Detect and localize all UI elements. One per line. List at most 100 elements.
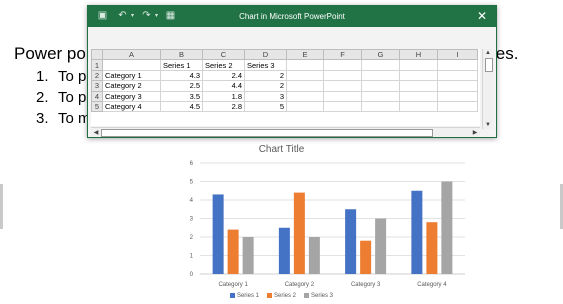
scroll-up-icon[interactable]: ▲	[483, 49, 493, 57]
cell[interactable]	[323, 100, 362, 113]
cell[interactable]: Series 3	[244, 59, 287, 71]
cell[interactable]: Series 1	[160, 59, 203, 71]
column-header[interactable]: D	[244, 49, 287, 61]
scroll-down-icon[interactable]: ▼	[483, 121, 493, 129]
cell[interactable]	[323, 90, 362, 102]
cell[interactable]: Category 4	[102, 100, 161, 113]
cell[interactable]: 2.4	[202, 69, 245, 82]
cell[interactable]	[323, 59, 362, 71]
column-header[interactable]: B	[160, 49, 203, 61]
y-tick-label: 3	[190, 217, 194, 223]
row-header[interactable]: 4	[91, 90, 103, 102]
cell[interactable]	[437, 69, 478, 82]
cell[interactable]	[323, 69, 362, 82]
table-row: 2 Category 1 4.3 2.4 2	[91, 69, 478, 82]
bar[interactable]	[441, 181, 453, 275]
table-row: 4 Category 3 3.5 1.8 3	[91, 90, 478, 102]
table-row: 3 Category 2 2.5 4.4 2	[91, 80, 478, 92]
row-header[interactable]: 3	[91, 80, 103, 92]
cell[interactable]	[361, 69, 400, 82]
legend-swatch	[304, 293, 309, 298]
legend-label: Series 2	[273, 293, 296, 300]
legend-item[interactable]: Series 2	[266, 293, 296, 300]
scroll-left-icon[interactable]: ◀	[91, 129, 101, 137]
cell[interactable]: Category 3	[102, 90, 161, 102]
column-header[interactable]: G	[361, 49, 400, 61]
bar[interactable]	[426, 222, 438, 274]
cell[interactable]: 2	[244, 69, 287, 82]
scroll-thumb[interactable]	[485, 58, 493, 72]
cell[interactable]: Category 2	[102, 80, 161, 92]
cell[interactable]	[286, 90, 324, 102]
cell[interactable]: 2.8	[202, 100, 245, 113]
cell[interactable]	[323, 80, 362, 92]
cell[interactable]	[361, 100, 400, 113]
cell[interactable]: 4.3	[160, 69, 203, 82]
cell[interactable]	[399, 90, 438, 102]
column-header[interactable]: I	[437, 49, 478, 61]
bar[interactable]	[308, 237, 320, 274]
cell[interactable]	[437, 80, 478, 92]
cell[interactable]: 2.5	[160, 80, 203, 92]
cell[interactable]: 4.4	[202, 80, 245, 92]
cell[interactable]	[399, 100, 438, 113]
row-header[interactable]: 2	[91, 69, 103, 82]
cell[interactable]	[361, 80, 400, 92]
cell[interactable]: 2	[244, 80, 287, 92]
cell[interactable]: 3.5	[160, 90, 203, 102]
legend-swatch	[266, 293, 272, 298]
bar[interactable]	[242, 237, 254, 274]
close-icon[interactable]: ✕	[474, 8, 490, 24]
legend-item[interactable]: Series 3	[304, 293, 333, 299]
select-all-corner[interactable]	[91, 49, 103, 61]
row-header[interactable]: 5	[91, 100, 103, 113]
column-header[interactable]: C	[202, 49, 245, 61]
cell[interactable]	[437, 100, 478, 113]
bar[interactable]	[293, 192, 305, 274]
column-header[interactable]: H	[399, 49, 438, 61]
cell[interactable]: Series 2	[202, 59, 245, 71]
bar[interactable]	[278, 227, 290, 274]
column-header[interactable]: A	[102, 49, 161, 61]
formula-area[interactable]	[88, 27, 496, 48]
column-header[interactable]: E	[286, 49, 324, 61]
cell[interactable]	[102, 59, 161, 71]
cell[interactable]	[286, 100, 324, 113]
legend-label: Series 3	[311, 293, 334, 300]
row-header[interactable]: 1	[91, 59, 103, 71]
cell[interactable]: 5	[244, 100, 287, 113]
bar[interactable]	[411, 190, 423, 274]
cell[interactable]	[286, 59, 324, 71]
y-tick-label: 1	[190, 254, 194, 260]
scroll-right-icon[interactable]: ▶	[470, 129, 480, 137]
bar[interactable]	[345, 209, 357, 274]
bar[interactable]	[360, 240, 372, 274]
y-tick-label: 4	[190, 198, 194, 204]
legend-item[interactable]: Series 1	[229, 293, 259, 299]
column-header[interactable]: F	[323, 49, 362, 61]
cell[interactable]: 1.8	[202, 90, 245, 102]
bar[interactable]	[227, 229, 239, 274]
cell[interactable]	[399, 69, 438, 82]
cell[interactable]: 4.5	[160, 100, 203, 113]
cell[interactable]	[286, 80, 324, 92]
cell[interactable]	[361, 90, 400, 102]
window-title: Chart in Microsoft PowerPoint	[239, 12, 345, 21]
vertical-scrollbar[interactable]: ▲ ▼	[482, 49, 494, 129]
chart-legend[interactable]: Series 1 Series 2 Series 3	[0, 293, 563, 299]
cell[interactable]	[286, 69, 324, 82]
cell[interactable]	[361, 59, 400, 71]
y-tick-label: 6	[190, 161, 194, 167]
x-tick-label: Category 1	[218, 282, 248, 288]
cell[interactable]	[399, 80, 438, 92]
cell[interactable]	[437, 90, 478, 102]
cell[interactable]	[437, 59, 478, 71]
cell[interactable]: Category 1	[102, 69, 161, 82]
scroll-thumb[interactable]	[101, 129, 433, 137]
spreadsheet-grid[interactable]: A B C D E F G H I 1 Series 1 Series 2 Series 3 2 Categ…	[91, 49, 480, 126]
bar[interactable]	[375, 218, 387, 275]
bar[interactable]	[212, 194, 224, 274]
cell[interactable]	[399, 59, 438, 71]
cell[interactable]: 3	[244, 90, 287, 102]
horizontal-scrollbar[interactable]: ◀ ▶	[91, 127, 480, 137]
